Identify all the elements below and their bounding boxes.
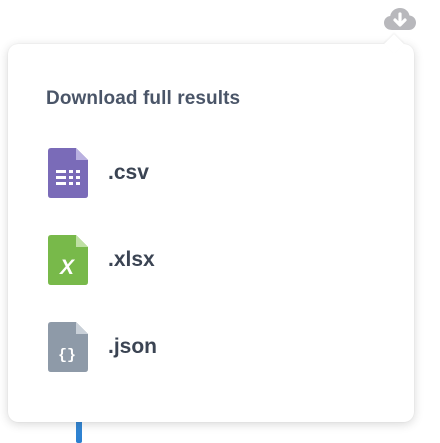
svg-text:X: X bbox=[59, 256, 76, 279]
download-button[interactable] bbox=[383, 6, 417, 34]
popover-title: Download full results bbox=[46, 88, 241, 109]
json-label: .json bbox=[108, 335, 158, 358]
download-csv-option[interactable]: .csv bbox=[48, 146, 388, 200]
file-xlsx-icon: X bbox=[48, 235, 88, 285]
xlsx-label: .xlsx bbox=[108, 248, 155, 271]
cloud-download-icon bbox=[384, 8, 416, 30]
download-popover: Download full results .csv X .xlsx {} .j… bbox=[8, 34, 414, 422]
csv-label: .csv bbox=[108, 161, 149, 184]
download-json-option[interactable]: {} .json bbox=[48, 320, 388, 374]
download-xlsx-option[interactable]: X .xlsx bbox=[48, 233, 388, 287]
svg-text:{}: {} bbox=[58, 347, 76, 364]
file-json-icon: {} bbox=[48, 322, 88, 372]
file-csv-icon bbox=[48, 148, 88, 198]
